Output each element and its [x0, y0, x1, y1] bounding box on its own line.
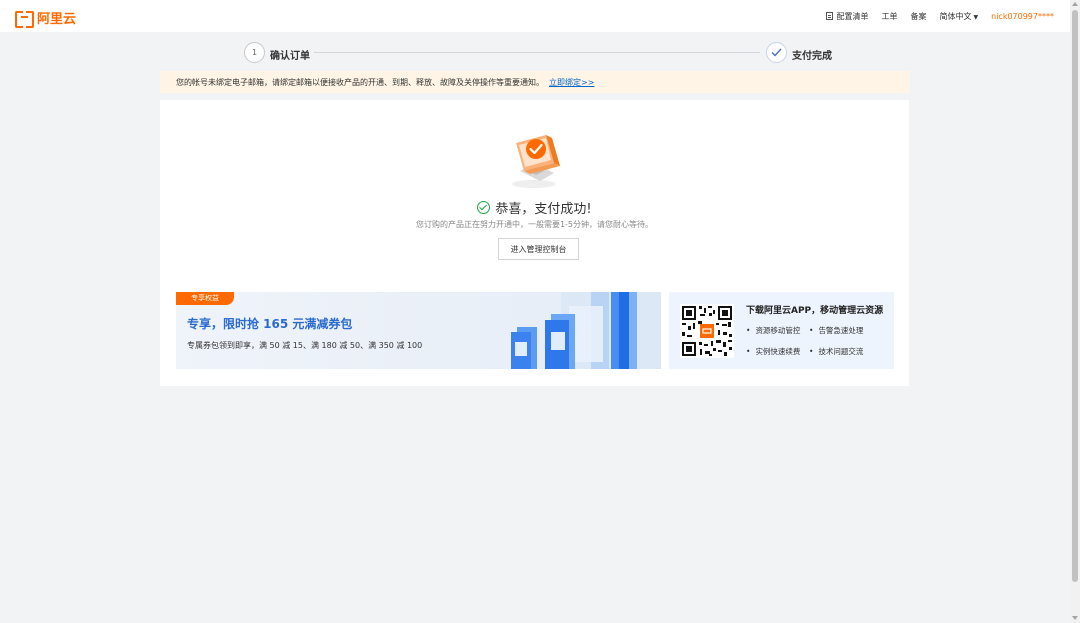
user-account-menu[interactable]: nick070997****	[991, 12, 1054, 21]
notice-text: 您的帐号未绑定电子邮箱，请绑定邮箱以便接收产品的开通、到期、释放、故障及关停操作…	[176, 77, 544, 87]
page-scrollbar[interactable]	[1070, 0, 1080, 623]
email-binding-notice: 您的帐号未绑定电子邮箱，请绑定邮箱以便接收产品的开通、到期、释放、故障及关停操作…	[160, 71, 909, 93]
payment-result-card: 恭喜，支付成功! 您订购的产品正在努力开通中，一般需要1-5分钟，请您耐心等待。…	[160, 100, 909, 386]
list-icon	[825, 11, 833, 20]
language-label: 简体中文	[939, 11, 972, 21]
app-download-title: 下载阿里云APP，移动管理云资源	[746, 306, 884, 316]
step-1-circle: 1	[244, 42, 265, 63]
app-feature: 技术问题交流	[809, 346, 863, 357]
aliyun-logo-icon	[15, 11, 34, 28]
step-2-label: 支付完成	[792, 51, 832, 62]
coupon-promo-banner[interactable]: 专享权益 专享，限时抢 165 元满减券包 专属券包领到即享，满 50 减 15…	[176, 292, 661, 369]
logo-text: 阿里云	[37, 12, 77, 27]
step-1-label: 确认订单	[270, 51, 310, 62]
bind-email-link[interactable]: 立即绑定>>	[549, 77, 594, 88]
ticket-link[interactable]: 工单	[882, 11, 898, 22]
language-selector[interactable]: 简体中文 ▼	[940, 11, 979, 22]
app-download-qr-code[interactable]	[680, 304, 734, 358]
top-navigation-bar: 阿里云 配置清单 工单 备案 简体中文 ▼ nick070997****	[0, 0, 1070, 32]
provisioning-message: 您订购的产品正在努力开通中，一般需要1-5分钟，请您耐心等待。	[415, 220, 654, 229]
promo-title: 专享，限时抢 165 元满减券包	[187, 317, 353, 331]
app-feature: 实例快速续费	[746, 346, 800, 357]
order-steps: 1 确认订单 支付完成	[244, 42, 834, 64]
config-list-link[interactable]: 配置清单	[825, 11, 869, 22]
promo-blocks-illustration	[511, 292, 661, 369]
promo-description: 专属券包领到即享，满 50 减 15、满 180 减 50、满 350 减 10…	[187, 341, 423, 350]
app-feature: 告警急速处理	[809, 325, 863, 336]
success-title-text: 恭喜，支付成功!	[495, 202, 592, 217]
aliyun-logo[interactable]: 阿里云	[15, 8, 77, 28]
promo-tag: 专享权益	[176, 292, 234, 305]
caret-down-icon: ▼	[973, 13, 979, 21]
scroll-down-icon[interactable]	[1072, 616, 1078, 620]
icp-link[interactable]: 备案	[911, 11, 927, 22]
step-connector-line	[314, 52, 760, 53]
config-list-label: 配置清单	[836, 11, 869, 21]
step-2-check-icon	[766, 42, 787, 63]
header-nav: 配置清单 工单 备案 简体中文 ▼ nick070997****	[825, 0, 1054, 32]
success-check-icon	[477, 201, 491, 214]
payment-success-title: 恭喜，支付成功!	[160, 198, 909, 217]
scroll-up-icon[interactable]	[1072, 2, 1078, 6]
payment-success-illustration	[512, 135, 560, 188]
app-feature: 资源移动管控	[746, 325, 800, 336]
enter-console-button[interactable]: 进入管理控制台	[498, 238, 579, 260]
app-download-panel: 下载阿里云APP，移动管理云资源 资源移动管控 告警急速处理 实例快速续费 技术…	[669, 292, 894, 369]
scrollbar-thumb[interactable]	[1072, 10, 1078, 582]
